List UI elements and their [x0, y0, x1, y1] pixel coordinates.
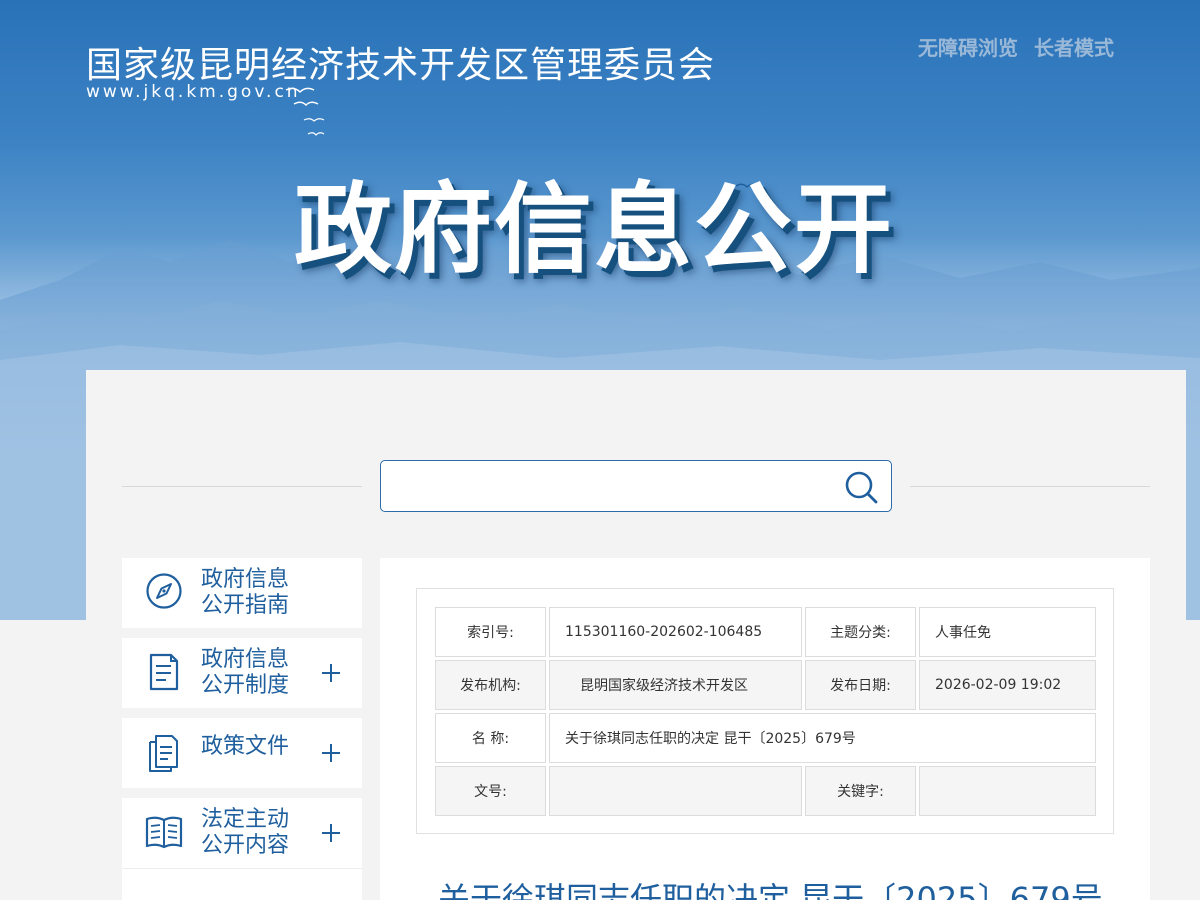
- topic-label: 主题分类:: [805, 607, 916, 657]
- expand-plus-icon[interactable]: [322, 824, 340, 842]
- document-list-icon: [149, 653, 179, 691]
- content-area: 索引号: 115301160-202602-106485 主题分类: 人事任免 …: [380, 558, 1150, 900]
- index-value: 115301160-202602-106485: [549, 607, 802, 657]
- expand-plus-icon[interactable]: [322, 744, 340, 762]
- search-icon[interactable]: [843, 469, 879, 505]
- sidebar-item-label: 政府信息 公开制度: [201, 647, 290, 698]
- accessibility-link[interactable]: 无障碍浏览: [918, 32, 1018, 61]
- sidebar-item-guide[interactable]: 政府信息 公开指南: [122, 558, 362, 628]
- article-title: 关于徐琪同志任职的决定 昆干〔2025〕679号: [438, 880, 1103, 900]
- main-panel: 政府信息 公开指南 政府信息 公开制度 政策文件 法定主动 公开内容 索引号: …: [86, 370, 1186, 900]
- date-label: 发布日期:: [805, 660, 916, 710]
- expand-plus-icon[interactable]: [322, 664, 340, 682]
- sidebar-item-label: 政府信息 公开指南: [201, 567, 290, 618]
- compass-icon: [146, 573, 182, 609]
- sidebar-item-statutory[interactable]: 法定主动 公开内容: [122, 798, 362, 868]
- sidebar-item-label: 政策文件: [201, 734, 290, 759]
- sidebar-submenu: [122, 868, 362, 900]
- sidebar-item-system[interactable]: 政府信息 公开制度: [122, 638, 362, 708]
- documents-icon: [149, 735, 178, 772]
- search-divider-left: [122, 486, 362, 487]
- hero-title: 政府信息公开: [294, 173, 895, 287]
- search-divider-right: [910, 486, 1150, 487]
- meta-table: 索引号: 115301160-202602-106485 主题分类: 人事任免 …: [416, 588, 1114, 834]
- site-title: 国家级昆明经济技术开发区管理委员会: [86, 45, 716, 86]
- open-book-icon: [145, 816, 183, 849]
- search-box: [380, 460, 892, 512]
- publisher-label: 发布机构:: [435, 660, 546, 710]
- date-value: 2026-02-09 19:02: [919, 660, 1096, 710]
- sidebar-item-policy[interactable]: 政策文件: [122, 718, 362, 788]
- topic-value: 人事任免: [919, 607, 1096, 657]
- top-links: 无障碍浏览 长者模式: [918, 32, 1114, 61]
- keyword-label: 关键字:: [805, 766, 916, 816]
- site-url: www.jkq.km.gov.cn: [86, 82, 301, 102]
- search-input[interactable]: [391, 469, 831, 503]
- name-label: 名 称:: [435, 713, 546, 763]
- publisher-value: 昆明国家级经济技术开发区: [549, 660, 802, 710]
- index-label: 索引号:: [435, 607, 546, 657]
- keyword-value: [919, 766, 1096, 816]
- elder-mode-link[interactable]: 长者模式: [1034, 32, 1114, 61]
- docno-label: 文号:: [435, 766, 546, 816]
- name-value: 关于徐琪同志任职的决定 昆干〔2025〕679号: [549, 713, 1096, 763]
- docno-value: [549, 766, 802, 816]
- sidebar-item-label: 法定主动 公开内容: [201, 807, 290, 858]
